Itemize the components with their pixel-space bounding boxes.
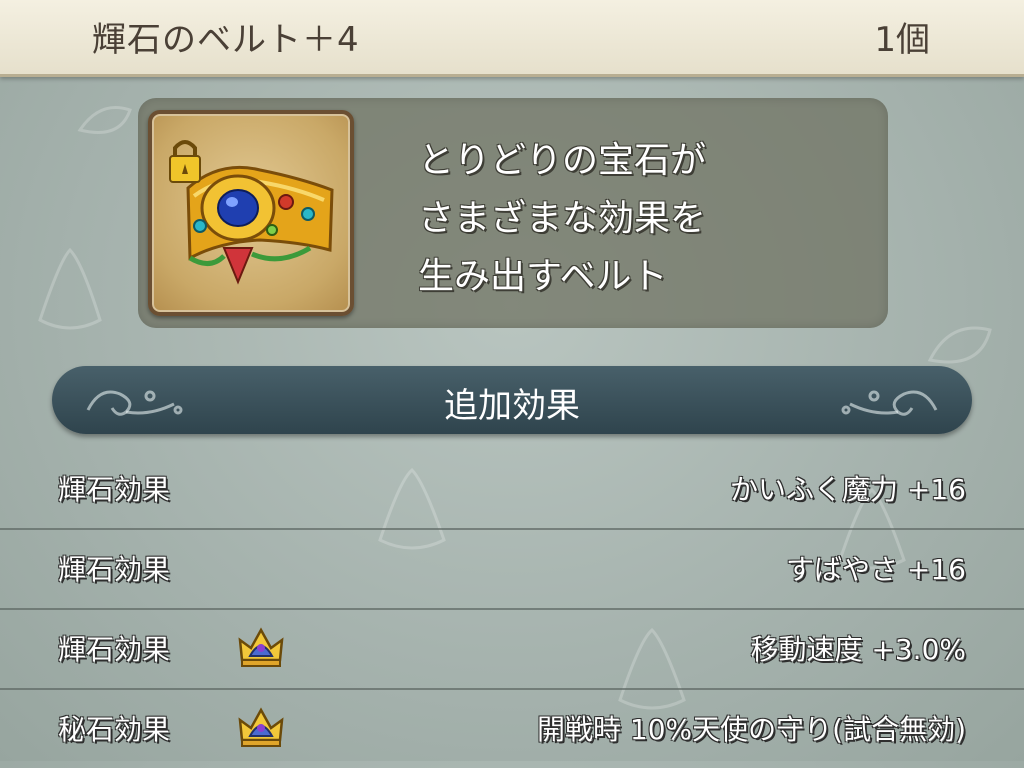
item-description: とりどりの宝石が さまざまな効果を 生み出すベルト [418,140,707,297]
effect-row: 秘石効果 開戦時 10%天使の守り(試合無効) [0,688,1024,768]
effect-label: 輝石効果 [58,553,171,586]
item-title-bar: 輝石のベルト＋4 1個 [0,0,1024,77]
crown-icon [238,627,284,667]
additional-effects-banner: 追加効果 [52,366,972,434]
effect-value: かいふく魔力 +16 [730,473,966,506]
jeweled-belt-icon [169,140,334,285]
effect-label: 秘石効果 [58,713,171,746]
effect-label: 輝石効果 [58,633,171,666]
item-name: 輝石のベルト＋4 [92,20,360,60]
flourish-right-icon [841,390,938,416]
effect-label: 輝石効果 [58,473,171,506]
item-count: 1個 [874,20,930,60]
item-icon-frame[interactable] [148,110,354,316]
crown-icon [238,707,284,747]
effect-value: 開戦時 10%天使の守り(試合無効) [537,713,966,746]
effect-row: 輝石効果 移動速度 +3.0% [0,608,1024,690]
effect-value: すばやさ +16 [786,553,966,586]
effect-row: 輝石効果 かいふく魔力 +16 [0,448,1024,530]
effect-row: 輝石効果 すばやさ +16 [0,528,1024,610]
effect-value: 移動速度 +3.0% [750,633,967,666]
